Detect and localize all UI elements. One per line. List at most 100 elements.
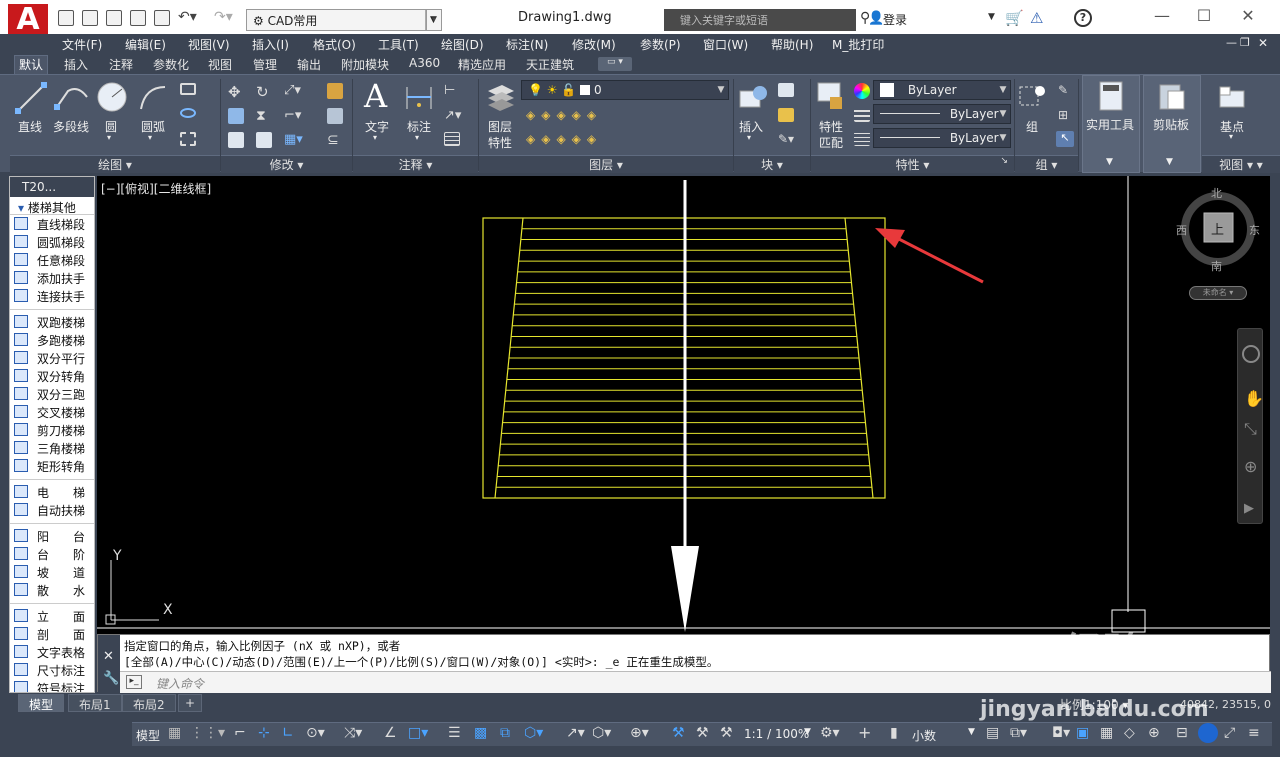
calculator-icon[interactable]	[1098, 81, 1124, 111]
pan-icon[interactable]: ✋	[1244, 389, 1264, 408]
clean-screen-button-icon[interactable]: ⤢	[1224, 725, 1235, 741]
units-icon[interactable]: ▮	[890, 725, 898, 741]
boundary-icon[interactable]	[180, 132, 196, 146]
utilities-label[interactable]: 实用工具	[1086, 116, 1134, 133]
clean-screen-icon[interactable]: ▦	[1100, 725, 1113, 741]
polar-icon[interactable]: ⊙▾	[306, 725, 325, 741]
gizmo-icon[interactable]: ⊕▾	[630, 725, 649, 741]
tab-featured-apps[interactable]: 精选应用	[458, 56, 506, 73]
multileader-icon[interactable]: ↗▾	[444, 108, 462, 124]
dynamic-ucs-icon[interactable]: ↗▾	[566, 725, 585, 741]
create-block-icon[interactable]	[778, 83, 794, 97]
a360-icon[interactable]: ⚠	[1030, 9, 1043, 27]
tab-manage[interactable]: 管理	[253, 56, 277, 73]
palette-item[interactable]: 交叉楼梯	[10, 403, 94, 421]
customize-wrench-icon[interactable]: 🔧	[103, 671, 119, 686]
match-properties-icon[interactable]	[816, 81, 846, 113]
group-edit-icon[interactable]: ⊞	[1058, 108, 1072, 122]
block-panel-title[interactable]: 块 ▾	[734, 155, 810, 173]
palette-item[interactable]: 文字表格	[10, 643, 94, 661]
layer-tools-row-1[interactable]: ◈◈◈◈◈	[526, 108, 636, 124]
ungroup-icon[interactable]: ✎	[1058, 83, 1072, 97]
hardware-acceleration-icon[interactable]: ▣	[1076, 725, 1089, 741]
palette-header[interactable]: T20...	[10, 177, 94, 197]
snap-icon[interactable]: ⋮⋮▾	[190, 725, 225, 741]
annotation-scale-value[interactable]: 1:1 / 100%	[744, 727, 809, 741]
tab-insert[interactable]: 插入	[64, 56, 88, 73]
viewcube-east[interactable]: 东	[1249, 222, 1260, 238]
menu-modify[interactable]: 修改(M)	[572, 36, 616, 53]
lineweight-icon[interactable]	[854, 108, 870, 122]
mirror-icon[interactable]: ⧗	[256, 108, 272, 124]
offset-icon[interactable]: ⊆	[327, 132, 343, 148]
steering-wheel-icon[interactable]	[1242, 345, 1260, 363]
groups-panel-title[interactable]: 组 ▾	[1015, 155, 1078, 173]
save-as-icon[interactable]	[130, 10, 146, 26]
auto-scale-icon[interactable]: ⚒	[696, 725, 709, 741]
menu-draw[interactable]: 绘图(D)	[441, 36, 484, 53]
app-menu-button[interactable]: A	[8, 4, 48, 38]
tab-layout1[interactable]: 布局1	[68, 694, 122, 712]
tab-layout2[interactable]: 布局2	[122, 694, 176, 712]
explode-icon[interactable]	[327, 108, 343, 124]
annotation-visibility-icon[interactable]: ⚒	[672, 725, 685, 741]
tab-default[interactable]: 默认	[14, 55, 49, 74]
palette-item[interactable]: 自动扶梯	[10, 501, 94, 519]
hatch-icon[interactable]	[180, 108, 196, 118]
menu-edit[interactable]: 编辑(E)	[125, 36, 166, 53]
linetype-select[interactable]: ByLayer ▼	[873, 104, 1011, 124]
match-properties-label-1[interactable]: 特性	[819, 118, 843, 135]
palette-item[interactable]: 双分转角	[10, 367, 94, 385]
drawing-canvas[interactable]: [−][俯视][二维线框] Y X 北 南 东 西 上 未命名 ▾ ✋ ⤡ ⊕ …	[97, 176, 1270, 634]
dimension-dropdown-icon[interactable]: ▾	[415, 133, 419, 142]
rotate-icon[interactable]: ↻	[256, 83, 272, 101]
menu-tools[interactable]: 工具(T)	[378, 36, 419, 53]
lineweight-select[interactable]: ByLayer ▼	[873, 128, 1011, 148]
doc-close-icon[interactable]: ✕	[1258, 36, 1268, 50]
line-label[interactable]: 直线	[18, 118, 42, 135]
menu-file[interactable]: 文件(F)	[62, 36, 102, 53]
menu-view[interactable]: 视图(V)	[188, 36, 230, 53]
new-file-icon[interactable]	[58, 10, 74, 26]
polyline-label[interactable]: 多段线	[53, 118, 89, 135]
full-screen-toggle-icon[interactable]: ⊟	[1176, 725, 1188, 741]
cart-icon[interactable]: 🛒	[1005, 9, 1024, 27]
paste-icon[interactable]	[1158, 81, 1186, 111]
arc-icon[interactable]	[137, 83, 169, 113]
leader-icon[interactable]: ⊢	[444, 83, 462, 99]
layer-properties-label-1[interactable]: 图层	[488, 118, 512, 135]
text-dropdown-icon[interactable]: ▾	[373, 133, 377, 142]
base-point-icon[interactable]	[1218, 85, 1246, 109]
osnap-icon[interactable]: □▾	[408, 725, 428, 741]
close-icon[interactable]: ✕	[1238, 6, 1258, 26]
layer-properties-icon[interactable]	[486, 81, 516, 113]
ribbon-minimize-icon[interactable]: ▭ ▾	[598, 57, 632, 71]
selection-cycling-icon[interactable]: ⧉	[500, 725, 510, 741]
viewcube-north[interactable]: 北	[1211, 185, 1222, 201]
isolate-objects-icon[interactable]: ◘▾	[1052, 725, 1070, 741]
hide-objects-icon[interactable]: ◇	[1124, 725, 1135, 741]
insert-dropdown-icon[interactable]: ▾	[747, 133, 751, 142]
layer-tools-row-2[interactable]: ◈◈◈◈◈	[526, 132, 636, 148]
palette-item[interactable]: 添加扶手	[10, 269, 94, 287]
line-icon[interactable]	[14, 81, 48, 115]
circle-icon[interactable]	[96, 81, 128, 113]
palette-item[interactable]: 阳 台	[10, 527, 94, 545]
trim-icon[interactable]: ⤢▾	[284, 83, 308, 99]
qa-customize-icon[interactable]: ▾	[426, 9, 442, 31]
palette-section-stairs[interactable]: ▾ 楼梯其他	[10, 197, 94, 215]
palette-item[interactable]: 剖 面	[10, 625, 94, 643]
dimension-icon[interactable]	[404, 83, 434, 113]
palette-item[interactable]: 圆弧梯段	[10, 233, 94, 251]
zoom-icon[interactable]: ⤡	[1244, 419, 1257, 439]
showmotion-icon[interactable]: ▶	[1244, 501, 1254, 516]
palette-item[interactable]: 坡 道	[10, 563, 94, 581]
erase-icon[interactable]	[327, 83, 343, 99]
infer-icon[interactable]: ⌐	[234, 725, 246, 741]
table-icon[interactable]	[444, 132, 460, 146]
quick-properties-icon[interactable]: ▤	[986, 725, 999, 741]
lock-ui-icon[interactable]: ⧉▾	[1010, 725, 1027, 741]
layer-properties-label-2[interactable]: 特性	[488, 134, 512, 151]
plot-icon[interactable]	[154, 10, 170, 26]
menu-dimension[interactable]: 标注(N)	[506, 36, 548, 53]
